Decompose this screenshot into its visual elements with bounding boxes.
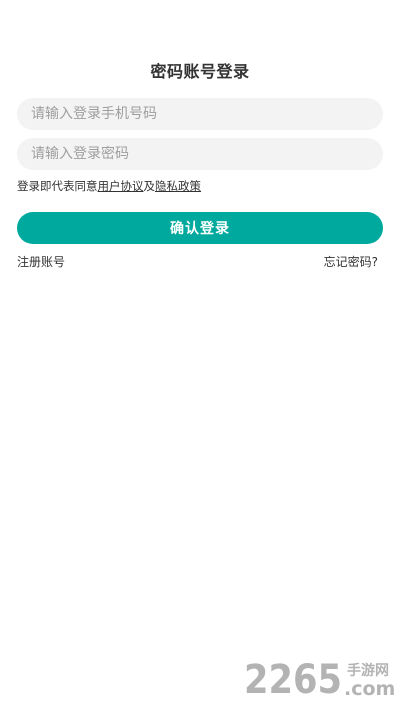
agreement-conjunction: 及: [143, 179, 156, 193]
password-input[interactable]: [17, 138, 383, 170]
page-title: 密码账号登录: [150, 62, 250, 81]
site-watermark-logo: 2265 手游网 .com: [244, 657, 395, 701]
register-link[interactable]: 注册账号: [17, 253, 65, 270]
agreement-prefix: 登录即代表同意: [17, 179, 98, 193]
phone-input[interactable]: [17, 98, 383, 130]
watermark-domain: .com: [344, 678, 395, 700]
watermark-site-name: 手游网: [347, 662, 389, 679]
login-page: 密码账号登录 登录即代表同意用户协议及隐私政策 确认登录 注册账号 忘记密码? …: [0, 0, 400, 711]
privacy-policy-link[interactable]: 隐私政策: [155, 179, 201, 193]
watermark-number: 2265: [244, 657, 342, 701]
forgot-password-link[interactable]: 忘记密码?: [324, 253, 378, 270]
confirm-login-button[interactable]: 确认登录: [17, 212, 383, 244]
agreement-text: 登录即代表同意用户协议及隐私政策: [17, 178, 201, 194]
user-agreement-link[interactable]: 用户协议: [98, 179, 144, 193]
